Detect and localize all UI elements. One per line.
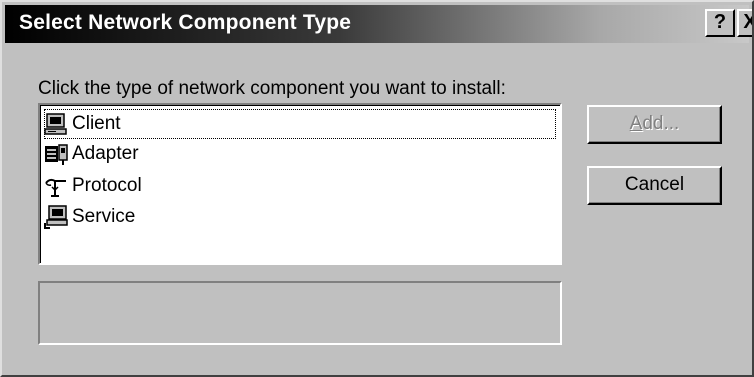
list-item-label: Adapter bbox=[72, 143, 139, 164]
select-network-component-dialog: Select Network Component Type ? X Click … bbox=[0, 0, 754, 377]
component-description-box bbox=[38, 281, 562, 345]
title-bar[interactable]: Select Network Component Type ? X bbox=[5, 5, 752, 43]
help-button[interactable]: ? bbox=[705, 9, 735, 37]
computer-icon bbox=[44, 113, 67, 135]
network-adapter-icon bbox=[45, 144, 68, 165]
cancel-button[interactable]: Cancel bbox=[587, 166, 722, 205]
close-button[interactable]: X bbox=[737, 9, 752, 37]
protocol-icon bbox=[45, 178, 66, 197]
list-item-label: Service bbox=[72, 206, 136, 227]
list-item-protocol[interactable]: Protocol bbox=[44, 171, 556, 201]
list-item-service[interactable]: Service bbox=[44, 202, 556, 232]
add-button[interactable]: Add... bbox=[587, 105, 722, 144]
service-icon bbox=[44, 205, 68, 229]
list-item-label: Protocol bbox=[72, 175, 142, 196]
dialog-title: Select Network Component Type bbox=[19, 11, 352, 34]
list-item-adapter[interactable]: Adapter bbox=[44, 139, 556, 169]
component-type-list[interactable]: Client Adapter Protocol Service bbox=[38, 103, 562, 265]
instruction-label: Click the type of network component you … bbox=[38, 78, 506, 99]
list-item-client[interactable]: Client bbox=[44, 109, 556, 139]
list-item-label: Client bbox=[72, 113, 121, 134]
